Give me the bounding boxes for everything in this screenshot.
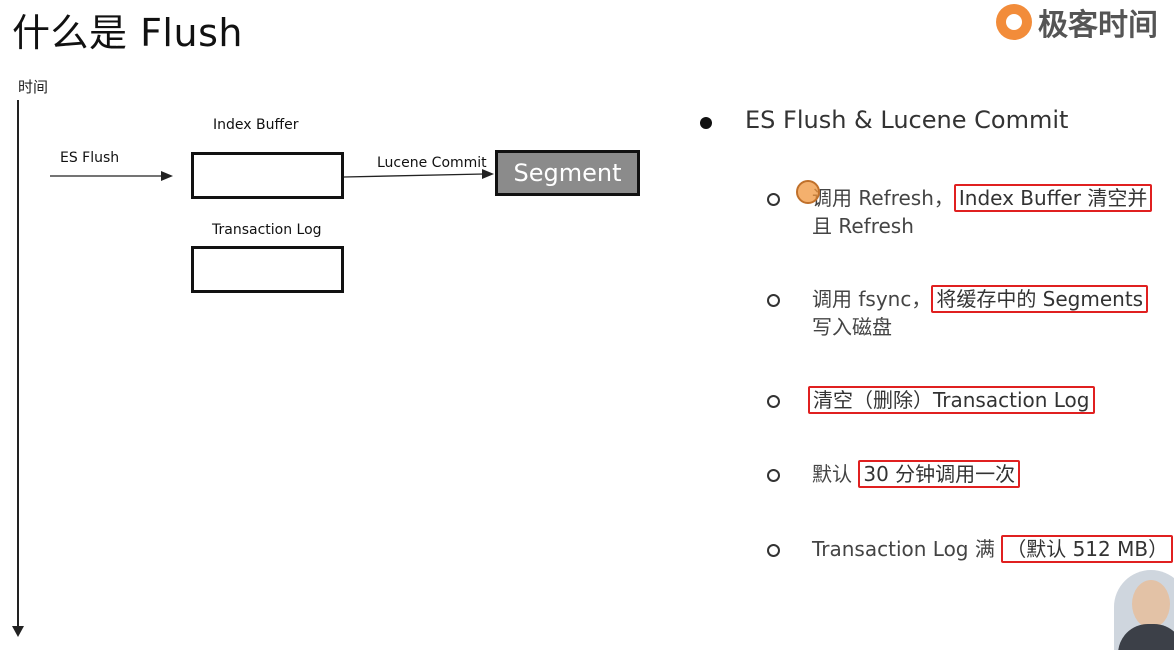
sub-bullet-3-icon (767, 395, 780, 408)
sub-bullet-5-prefix: Transaction Log 满 (812, 537, 1002, 561)
sub-bullet-2-icon (767, 294, 780, 307)
sub-bullet-4-prefix: 默认 (812, 462, 859, 486)
presenter-video (1114, 570, 1174, 650)
sub-bullet-4-highlight: 30 分钟调用一次 (858, 460, 1021, 488)
main-bullet-dot-icon (700, 117, 712, 129)
sub-bullet-4-icon (767, 469, 780, 482)
sub-bullet-1-icon (767, 193, 780, 206)
sub-bullet-2-highlight: 将缓存中的 Segments (931, 285, 1149, 313)
sub-bullet-5-highlight: （默认 512 MB） (1001, 535, 1174, 563)
presenter-head-icon (1132, 580, 1170, 628)
main-bullet-text: ES Flush & Lucene Commit (745, 106, 1069, 134)
sub-bullet-2-prefix: 调用 fsync， (812, 287, 932, 311)
sub-bullet-1-suffix: 且 Refresh (812, 214, 914, 238)
sub-bullet-3-highlight: 清空（删除）Transaction Log (808, 386, 1095, 414)
sub-bullet-3-text: 清空（删除）Transaction Log (808, 386, 1095, 414)
sub-bullet-1-highlight: Index Buffer 清空并 (953, 184, 1153, 212)
sub-bullet-1-prefix: 调用 Refresh， (812, 186, 954, 210)
sub-bullet-2-text: 调用 fsync， 将缓存中的 Segments 写入磁盘 (812, 285, 1149, 341)
sub-bullet-5-text: Transaction Log 满 （默认 512 MB） (812, 535, 1174, 563)
pointer-cursor-icon (796, 180, 820, 204)
presenter-body-icon (1118, 624, 1174, 650)
sub-bullet-2-suffix: 写入磁盘 (812, 315, 892, 339)
sub-bullet-5-icon (767, 544, 780, 557)
sub-bullet-4-text: 默认 30 分钟调用一次 (812, 460, 1021, 488)
bullet-list: ES Flush & Lucene Commit 调用 Refresh， Inde… (0, 0, 1174, 644)
sub-bullet-1-text: 调用 Refresh， Index Buffer 清空并 且 Refresh (812, 184, 1153, 240)
